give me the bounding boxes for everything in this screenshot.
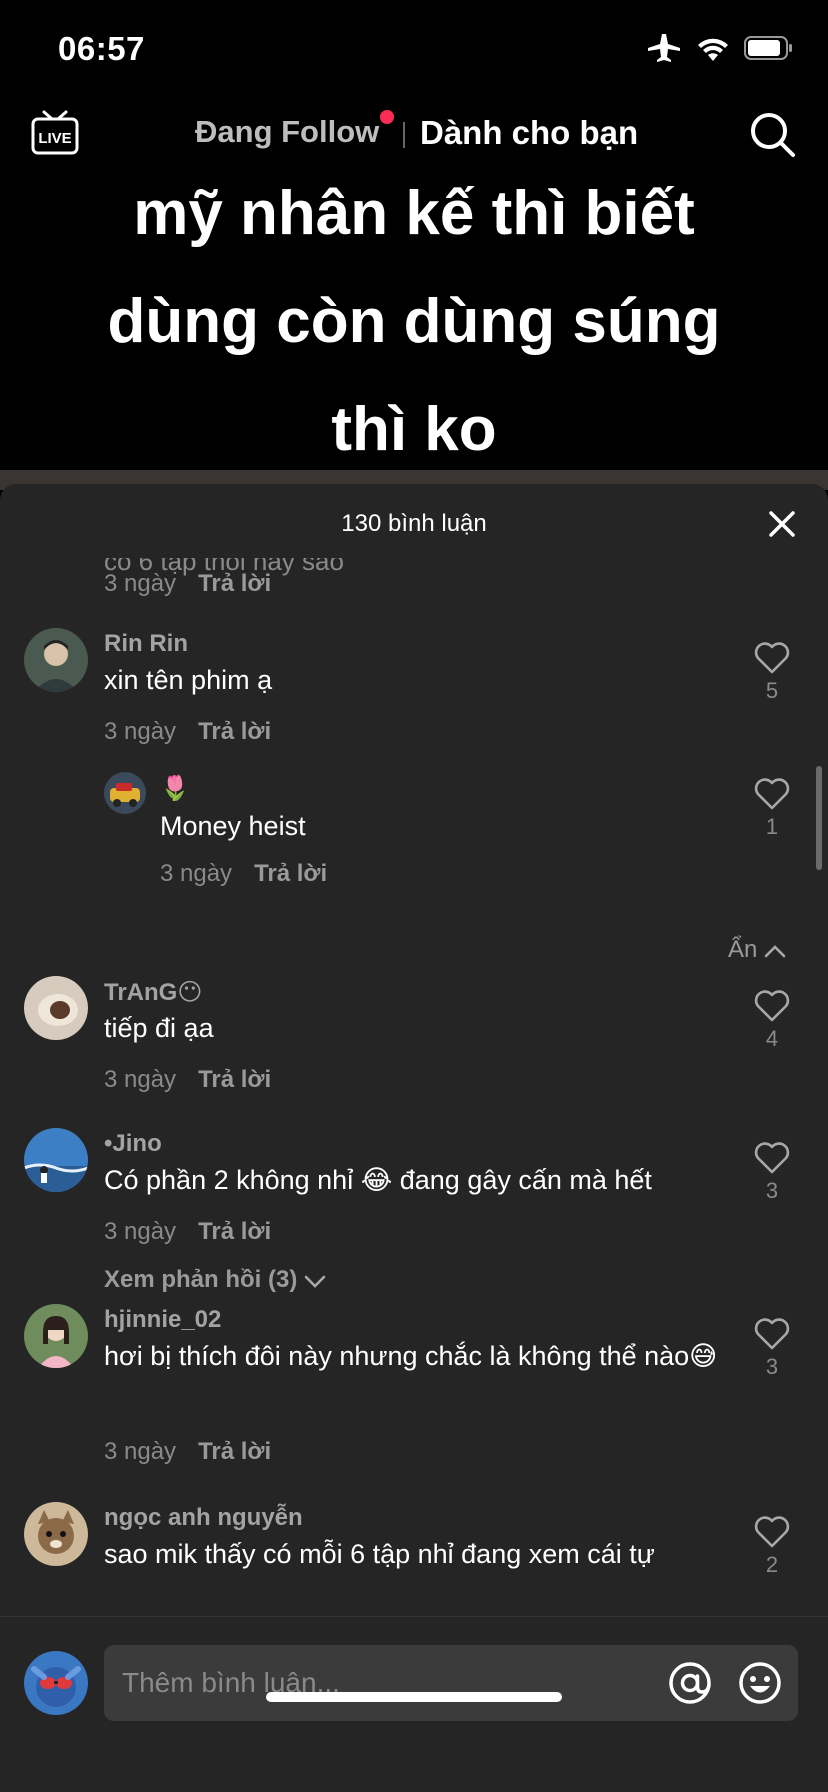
comment-username[interactable]: 🌷	[160, 774, 190, 803]
comment-meta: 3 ngày Trả lời	[104, 570, 271, 598]
comment-username[interactable]: Rin Rin	[104, 630, 188, 658]
video-caption-line: dùng còn dùng súng	[107, 287, 721, 356]
heart-icon	[754, 1516, 790, 1548]
avatar[interactable]	[24, 1502, 88, 1566]
reply-button[interactable]: Trả lời	[254, 860, 327, 887]
heart-icon	[754, 1142, 790, 1174]
home-indicator[interactable]	[266, 1692, 562, 1702]
heart-icon	[754, 990, 790, 1022]
status-bar: 06:57	[0, 0, 828, 100]
like-count: 4	[765, 1026, 779, 1051]
status-time: 06:57	[58, 30, 145, 67]
comment-count: 130 bình luận	[341, 510, 487, 537]
comment-text: hơi bị thích đôi này nhưng chắc là không…	[104, 1341, 718, 1371]
video-caption: mỹ nhân kế thì biết dùng còn dùng súng t…	[40, 160, 788, 484]
comment-text: tiếp đi ạa	[104, 1013, 214, 1043]
reply-button[interactable]: Trả lời	[198, 1218, 271, 1245]
heart-icon	[754, 1318, 790, 1350]
hide-replies-button[interactable]: Ẩn	[728, 936, 786, 964]
like-count: 5	[765, 678, 779, 703]
chevron-down-icon	[304, 1275, 326, 1288]
live-tv-icon[interactable]: LIVE	[30, 108, 80, 158]
comment-meta: 3 ngày Trả lời	[104, 718, 271, 746]
reply-button[interactable]: Trả lời	[198, 570, 271, 597]
comment-text: Money heist	[160, 811, 306, 841]
comment-username[interactable]: TrAnG😶	[104, 978, 202, 1007]
hide-label: Ẩn	[727, 936, 758, 963]
comment-time: 3 ngày	[104, 570, 177, 597]
comment-text: xin tên phim ạ	[104, 665, 273, 695]
chevron-up-icon	[764, 944, 786, 957]
reply-button[interactable]: Trả lời	[198, 718, 271, 745]
search-icon[interactable]	[748, 110, 798, 160]
view-replies-button[interactable]: Xem phản hồi (3)	[104, 1266, 326, 1294]
like-button[interactable]: 3	[746, 1142, 798, 1204]
comment-time: 3 ngày	[160, 860, 233, 887]
like-count: 1	[765, 814, 779, 839]
comment-username[interactable]: ngọc anh nguyễn	[104, 1504, 303, 1532]
comment-time: 3 ngày	[104, 1218, 177, 1245]
comment-meta: 3 ngày Trả lời	[160, 860, 327, 888]
tab-divider	[403, 122, 405, 148]
airplane-icon	[648, 34, 680, 62]
like-button[interactable]: 2	[746, 1516, 798, 1578]
video-caption-line: thì ko	[331, 395, 497, 464]
comment-username[interactable]: •Jino	[104, 1130, 162, 1158]
avatar[interactable]	[24, 976, 88, 1040]
close-icon[interactable]	[766, 508, 798, 540]
tab-for-you[interactable]: Dành cho bạn	[420, 114, 638, 152]
reply-button[interactable]: Trả lời	[198, 1066, 271, 1093]
avatar[interactable]	[24, 1128, 88, 1192]
view-replies-label: Xem phản hồi (3)	[104, 1266, 298, 1293]
avatar[interactable]	[24, 1304, 88, 1368]
like-button[interactable]: 3	[746, 1318, 798, 1380]
heart-icon	[754, 642, 790, 674]
comment-time: 3 ngày	[104, 1438, 177, 1465]
like-button[interactable]: 5	[746, 642, 798, 704]
comment-meta: 3 ngày Trả lời	[104, 1438, 271, 1466]
tab-following[interactable]: Đang Follow	[195, 114, 379, 150]
comments-sheet: 130 bình luận có 6 tập thôi hay sao 3 ng…	[0, 484, 828, 1792]
notification-dot	[380, 110, 394, 124]
status-icons	[648, 34, 794, 62]
scrollbar[interactable]	[816, 766, 822, 870]
reply-button[interactable]: Trả lời	[198, 1438, 271, 1465]
battery-icon	[744, 36, 792, 60]
heart-icon	[754, 778, 790, 810]
my-avatar[interactable]	[24, 1651, 88, 1715]
comment-input[interactable]: Thêm bình luận...	[104, 1645, 798, 1721]
comment-text: Có phần 2 không nhỉ 😂 đang gây cấn mà hế…	[104, 1165, 652, 1195]
emoji-icon[interactable]	[738, 1661, 782, 1705]
live-label: LIVE	[38, 130, 71, 147]
video-caption-line: mỹ nhân kế thì biết	[133, 179, 695, 248]
comment-meta: 3 ngày Trả lời	[104, 1066, 271, 1094]
comment-meta: 3 ngày Trả lời	[104, 1218, 271, 1246]
avatar[interactable]	[24, 628, 88, 692]
comment-time: 3 ngày	[104, 718, 177, 745]
like-count: 3	[765, 1354, 779, 1379]
avatar[interactable]	[104, 772, 146, 814]
comments-list: có 6 tập thôi hay sao 3 ngày Trả lời Rin …	[0, 544, 828, 1604]
like-count: 3	[765, 1178, 779, 1203]
comment-text: sao mik thấy có mỗi 6 tập nhỉ đang xem c…	[104, 1539, 655, 1569]
comment-username[interactable]: hjinnie_02	[104, 1306, 221, 1334]
like-button[interactable]: 1	[746, 778, 798, 840]
at-mention-icon[interactable]	[668, 1661, 712, 1705]
comment-input-bar: Thêm bình luận...	[0, 1616, 828, 1792]
like-button[interactable]: 4	[746, 990, 798, 1052]
comment-time: 3 ngày	[104, 1066, 177, 1093]
like-count: 2	[765, 1552, 779, 1577]
wifi-icon	[698, 38, 728, 61]
